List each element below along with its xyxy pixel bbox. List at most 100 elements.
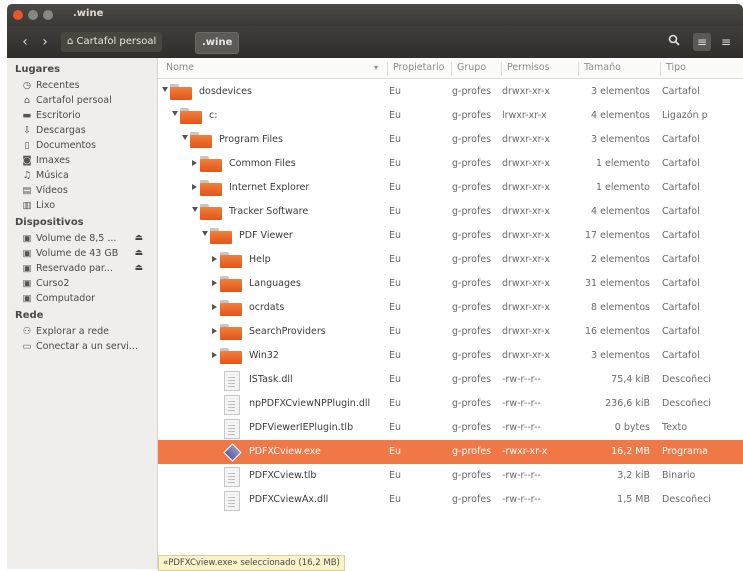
expander-closed-icon[interactable]	[212, 328, 217, 334]
expander-open-icon[interactable]	[172, 111, 178, 116]
breadcrumb-home[interactable]: ⌂ Cartafol persoal	[61, 32, 163, 52]
sidebar-item[interactable]: ▣ Volume de 8,5 ... ⏏	[21, 233, 155, 244]
sidebar-item[interactable]: ⌂ Cartafol persoal	[21, 95, 155, 106]
table-row[interactable]: npPDFXCviewNPPlugin.dll Eu g-profes -rw-r--…	[158, 392, 743, 416]
eject-icon[interactable]: ⏏	[134, 233, 143, 243]
file-group: g-profes	[452, 134, 492, 145]
breadcrumb-current[interactable]: .wine	[195, 32, 240, 54]
sidebar-heading: Lugares	[15, 64, 61, 75]
table-row[interactable]: Languages Eu g-profes drwxr-xr-x 31 elemento…	[158, 272, 743, 296]
sidebar-item-label: Volume de 43 GB	[36, 248, 119, 259]
film-icon: ▤	[22, 185, 32, 196]
column-permissions[interactable]: Permisos	[501, 62, 550, 76]
minimize-window-button[interactable]	[28, 10, 38, 20]
sidebar-item[interactable]: ⚇ Explorar a rede	[21, 326, 155, 337]
list-view-button[interactable]: ≡	[693, 33, 711, 51]
column-name[interactable]: Nome	[166, 62, 194, 76]
sidebar-item[interactable]: ▯ Documentos	[21, 140, 155, 151]
table-row[interactable]: PDFViewerIEPlugin.tlb Eu g-profes -rw-r--r-…	[158, 416, 743, 440]
sidebar-item[interactable]: ▤ Vídeos	[21, 185, 155, 196]
drive-icon: ▣	[22, 278, 32, 289]
column-owner[interactable]: Propietario	[387, 62, 445, 76]
table-row[interactable]: Tracker Software Eu g-profes drwxr-xr-x 4 el…	[158, 200, 743, 224]
file-group: g-profes	[452, 86, 492, 97]
file-name: ISTask.dll	[249, 374, 293, 385]
table-row[interactable]: ocrdats Eu g-profes drwxr-xr-x 8 elementos Ca…	[158, 296, 743, 320]
table-row[interactable]: Common Files Eu g-profes drwxr-xr-x 1 elemen…	[158, 152, 743, 176]
forward-button[interactable]: ›	[35, 32, 55, 52]
file-owner: Eu	[389, 374, 402, 385]
column-group[interactable]: Grupo	[451, 62, 486, 76]
file-owner: Eu	[389, 446, 402, 457]
file-name: Help	[249, 254, 271, 265]
expander-open-icon[interactable]	[202, 231, 208, 236]
column-size[interactable]: Tamaño	[578, 62, 621, 76]
file-name: dosdevices	[199, 86, 252, 97]
table-row[interactable]: PDFXCview.tlb Eu g-profes -rw-r--r-- 3,2 kiB…	[158, 464, 743, 488]
sidebar-item[interactable]: ▬ Escritorio	[21, 110, 155, 121]
sidebar-item-label: Imaxes	[36, 155, 71, 166]
clock-icon: ◷	[22, 80, 32, 91]
sidebar-item[interactable]: ♫ Música	[21, 170, 155, 181]
table-row[interactable]: PDF Viewer Eu g-profes drwxr-xr-x 17 element…	[158, 224, 743, 248]
file-type: Programa	[662, 446, 708, 457]
search-button[interactable]	[665, 33, 683, 51]
file-group: g-profes	[452, 158, 492, 169]
sidebar-item[interactable]: ◷ Recentes	[21, 80, 155, 91]
sidebar-heading: Dispositivos	[15, 217, 84, 228]
back-button[interactable]: ‹	[15, 32, 35, 52]
expander-open-icon[interactable]	[162, 87, 168, 92]
file-perms: drwxr-xr-x	[502, 230, 551, 241]
menu-button[interactable]: ≡	[717, 33, 735, 51]
sidebar-item[interactable]: ▣ Curso2	[21, 278, 155, 289]
file-group: g-profes	[452, 326, 492, 337]
sidebar-item[interactable]: ▣ Computador	[21, 293, 155, 304]
expander-open-icon[interactable]	[182, 135, 188, 140]
sidebar-item[interactable]: ◙ Imaxes	[21, 155, 155, 166]
expander-closed-icon[interactable]	[192, 160, 197, 166]
window-titlebar: .wine	[7, 4, 743, 26]
sidebar-item[interactable]: ▭ Conectar a un servi...	[21, 341, 155, 352]
close-window-button[interactable]	[13, 10, 23, 20]
column-type[interactable]: Tipo	[660, 62, 686, 76]
file-group: g-profes	[452, 374, 492, 385]
expander-closed-icon[interactable]	[212, 352, 217, 358]
eject-icon[interactable]: ⏏	[134, 263, 143, 273]
expander-open-icon[interactable]	[192, 207, 198, 212]
file-owner: Eu	[389, 398, 402, 409]
table-row[interactable]: ISTask.dll Eu g-profes -rw-r--r-- 75,4 kiB De…	[158, 368, 743, 392]
file-group: g-profes	[452, 206, 492, 217]
sidebar-item[interactable]: ▥ Lixo	[21, 200, 155, 211]
table-row[interactable]: Win32 Eu g-profes drwxr-xr-x 3 elementos Cart…	[158, 344, 743, 368]
file-type: Cartafol	[662, 182, 700, 193]
expander-closed-icon[interactable]	[212, 304, 217, 310]
chevron-left-icon: ‹	[22, 34, 28, 50]
file-name: Program Files	[219, 134, 283, 145]
expander-closed-icon[interactable]	[192, 184, 197, 190]
expander-closed-icon[interactable]	[212, 280, 217, 286]
table-row[interactable]: PDFXCviewAx.dll Eu g-profes -rw-r--r-- 1,5 M…	[158, 488, 743, 512]
maximize-window-button[interactable]	[43, 10, 53, 20]
folder-icon	[220, 276, 242, 292]
file-name: c:	[209, 110, 218, 121]
eject-icon[interactable]: ⏏	[134, 248, 143, 258]
table-row[interactable]: c: Eu g-profes lrwxr-xr-x 4 elementos Ligazón…	[158, 104, 743, 128]
folder-icon	[220, 300, 242, 316]
file-owner: Eu	[389, 158, 402, 169]
table-row[interactable]: Help Eu g-profes drwxr-xr-x 2 elementos Carta…	[158, 248, 743, 272]
sort-down-icon[interactable]: ▾	[374, 63, 378, 72]
sidebar-item[interactable]: ▣ Volume de 43 GB ⏏	[21, 248, 155, 259]
file-perms: drwxr-xr-x	[502, 350, 551, 361]
table-row[interactable]: dosdevices Eu g-profes drwxr-xr-x 3 elemento…	[158, 80, 743, 104]
expander-closed-icon[interactable]	[212, 256, 217, 262]
sidebar-item[interactable]: ⇩ Descargas	[21, 125, 155, 136]
table-row[interactable]: SearchProviders Eu g-profes drwxr-xr-x 16 el…	[158, 320, 743, 344]
file-type: Ligazón p	[662, 110, 708, 121]
file-perms: -rw-r--r--	[502, 374, 541, 385]
file-size: 236,6 kiB	[605, 398, 650, 409]
table-row-selected[interactable]: PDFXCview.exe Eu g-profes -rwxr-xr-x 16,2 MB…	[158, 440, 743, 464]
table-row[interactable]: Internet Explorer Eu g-profes drwxr-xr-x 1 e…	[158, 176, 743, 200]
sidebar-item[interactable]: ▣ Reservado par... ⏏	[21, 263, 155, 274]
table-row[interactable]: Program Files Eu g-profes drwxr-xr-x 3 eleme…	[158, 128, 743, 152]
file-type: Cartafol	[662, 206, 700, 217]
